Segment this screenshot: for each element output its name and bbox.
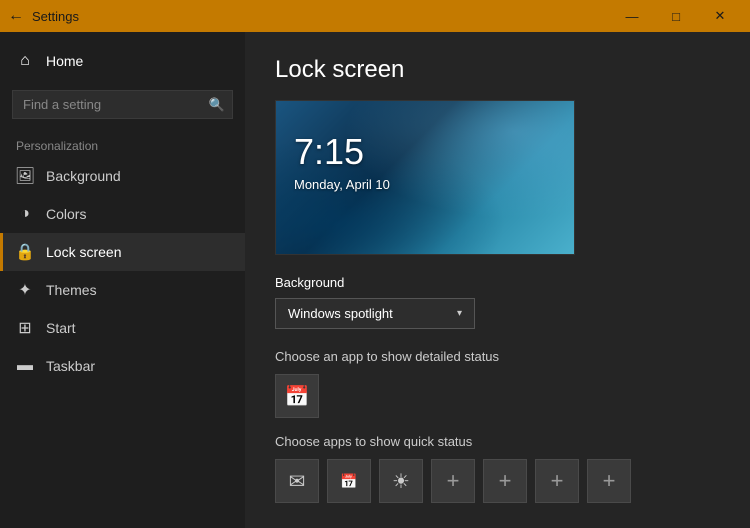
app-body: ⌂ Home 🔍 Personalization 🖼 Background ◑ … xyxy=(0,32,750,528)
titlebar-title: Settings xyxy=(32,9,79,24)
weather-app-button[interactable]: ☀ xyxy=(379,459,423,503)
themes-icon: ✦ xyxy=(16,281,34,299)
detailed-status-label: Choose an app to show detailed status xyxy=(275,349,720,364)
calendar-icon: 📅 xyxy=(285,384,310,409)
quick-status-row: ✉ 📅 ☀ + + + + xyxy=(275,459,720,503)
quick-status-section: Choose apps to show quick status ✉ 📅 ☀ +… xyxy=(275,434,720,503)
mail-app-button[interactable]: ✉ xyxy=(275,459,319,503)
plus-icon-3: + xyxy=(551,468,564,494)
content-area: Lock screen 7:15 Monday, April 10 Backgr… xyxy=(245,32,750,528)
lock-screen-icon: 🔒 xyxy=(16,243,34,261)
sidebar-item-background[interactable]: 🖼 Background xyxy=(0,157,245,195)
plus-icon-2: + xyxy=(499,468,512,494)
detailed-status-section: Choose an app to show detailed status 📅 xyxy=(275,349,720,418)
search-input[interactable] xyxy=(12,90,233,119)
lock-date: Monday, April 10 xyxy=(294,177,390,192)
sidebar: ⌂ Home 🔍 Personalization 🖼 Background ◑ … xyxy=(0,32,245,528)
background-dropdown[interactable]: Windows spotlight ▾ xyxy=(275,298,475,329)
sidebar-item-start[interactable]: ⊞ Start xyxy=(0,309,245,347)
add-app-button-2[interactable]: + xyxy=(483,459,527,503)
detailed-app-icon[interactable]: 📅 xyxy=(275,374,319,418)
calendar-quick-icon: 📅 xyxy=(340,473,357,490)
background-label: Background xyxy=(275,275,720,290)
sidebar-item-colors[interactable]: ◑ Colors xyxy=(0,195,245,233)
titlebar: ← Settings — □ ✕ xyxy=(0,0,750,32)
lock-time: 7:15 xyxy=(294,131,364,173)
chevron-down-icon: ▾ xyxy=(457,308,462,319)
start-icon: ⊞ xyxy=(16,319,34,337)
add-app-button-1[interactable]: + xyxy=(431,459,475,503)
sidebar-item-home[interactable]: ⌂ Home xyxy=(0,40,245,82)
maximize-button[interactable]: □ xyxy=(654,0,698,32)
titlebar-left: ← Settings xyxy=(8,7,79,25)
search-icon: 🔍 xyxy=(209,97,225,113)
minimize-button[interactable]: — xyxy=(610,0,654,32)
add-app-button-3[interactable]: + xyxy=(535,459,579,503)
sidebar-item-themes[interactable]: ✦ Themes xyxy=(0,271,245,309)
sun-icon: ☀ xyxy=(392,469,410,494)
search-box: 🔍 xyxy=(12,90,233,119)
sidebar-item-lock-screen[interactable]: 🔒 Lock screen xyxy=(0,233,245,271)
colors-icon: ◑ xyxy=(16,205,34,223)
add-app-button-4[interactable]: + xyxy=(587,459,631,503)
sidebar-item-taskbar[interactable]: ▬ Taskbar xyxy=(0,347,245,385)
section-label: Personalization xyxy=(0,127,245,157)
background-value: Windows spotlight xyxy=(288,306,393,321)
plus-icon-1: + xyxy=(447,468,460,494)
mail-icon: ✉ xyxy=(289,469,306,494)
background-icon: 🖼 xyxy=(16,167,34,185)
calendar-app-button[interactable]: 📅 xyxy=(327,459,371,503)
plus-icon-4: + xyxy=(603,468,616,494)
taskbar-icon: ▬ xyxy=(16,357,34,375)
window-controls: — □ ✕ xyxy=(610,0,742,32)
page-title: Lock screen xyxy=(275,56,720,84)
back-button[interactable]: ← xyxy=(8,7,24,25)
quick-status-label: Choose apps to show quick status xyxy=(275,434,720,449)
lock-screen-preview: 7:15 Monday, April 10 xyxy=(275,100,575,255)
close-button[interactable]: ✕ xyxy=(698,0,742,32)
home-icon: ⌂ xyxy=(16,52,34,70)
